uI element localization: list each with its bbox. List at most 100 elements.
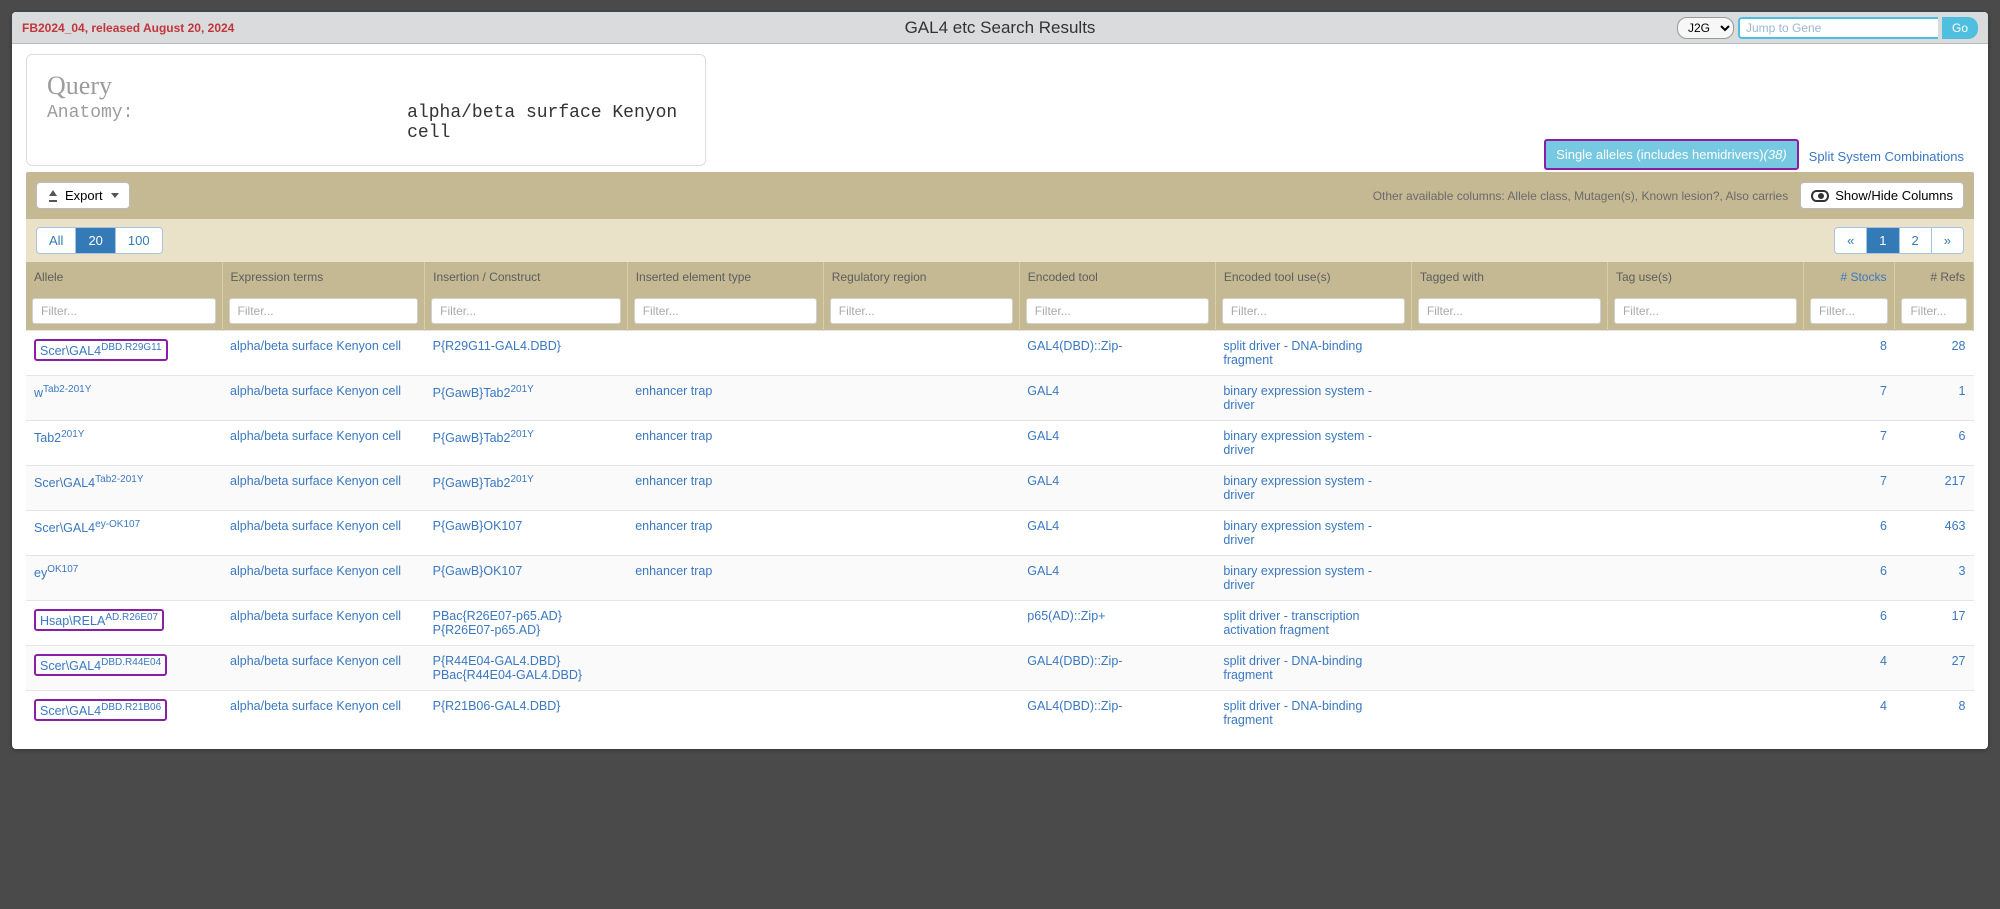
tool-use-link[interactable]: split driver - DNA-binding fragment — [1223, 699, 1362, 727]
stocks-link[interactable]: 7 — [1880, 474, 1887, 488]
tool-use-link[interactable]: split driver - transcription activation … — [1223, 609, 1359, 637]
expression-link[interactable]: alpha/beta surface Kenyon cell — [230, 429, 401, 443]
stocks-link[interactable]: 4 — [1880, 699, 1887, 713]
stocks-link[interactable]: 6 — [1880, 564, 1887, 578]
expression-link[interactable]: alpha/beta surface Kenyon cell — [230, 609, 401, 623]
encoded-tool-link[interactable]: GAL4 — [1027, 519, 1059, 533]
j2g-select[interactable]: J2G — [1677, 17, 1734, 39]
go-button[interactable]: Go — [1942, 17, 1978, 39]
page-size-20[interactable]: 20 — [76, 228, 115, 253]
construct-link[interactable]: PBac{R26E07-p65.AD} — [433, 609, 562, 623]
filter-allele[interactable] — [32, 298, 216, 324]
refs-link[interactable]: 3 — [1959, 564, 1966, 578]
construct-link[interactable]: P{R26E07-p65.AD} — [433, 623, 541, 637]
tab-single-alleles[interactable]: Single alleles (includes hemidrivers)(38… — [1544, 139, 1799, 170]
element-type-link[interactable]: enhancer trap — [635, 519, 712, 533]
tool-use-link[interactable]: binary expression system - driver — [1223, 384, 1372, 412]
encoded-tool-link[interactable]: GAL4 — [1027, 474, 1059, 488]
allele-link[interactable]: Tab2201Y — [34, 431, 84, 445]
construct-link[interactable]: P{R21B06-GAL4.DBD} — [433, 699, 561, 713]
filter-tagged-with[interactable] — [1418, 298, 1601, 324]
col-tag-use[interactable]: Tag use(s) — [1607, 262, 1803, 292]
construct-link[interactable]: P{GawB}OK107 — [433, 519, 523, 533]
encoded-tool-link[interactable]: GAL4(DBD)::Zip- — [1027, 339, 1122, 353]
refs-link[interactable]: 6 — [1959, 429, 1966, 443]
expression-link[interactable]: alpha/beta surface Kenyon cell — [230, 654, 401, 668]
filter-construct[interactable] — [431, 298, 621, 324]
page-next[interactable]: » — [1932, 228, 1963, 253]
element-type-link[interactable]: enhancer trap — [635, 564, 712, 578]
refs-link[interactable]: 1 — [1959, 384, 1966, 398]
col-stocks[interactable]: # Stocks — [1803, 262, 1894, 292]
tool-use-link[interactable]: binary expression system - driver — [1223, 519, 1372, 547]
export-button[interactable]: Export — [36, 182, 130, 209]
filter-tag-use[interactable] — [1614, 298, 1797, 324]
filter-regulatory[interactable] — [830, 298, 1013, 324]
encoded-tool-link[interactable]: GAL4(DBD)::Zip- — [1027, 654, 1122, 668]
encoded-tool-link[interactable]: p65(AD)::Zip+ — [1027, 609, 1105, 623]
col-element-type[interactable]: Inserted element type — [627, 262, 823, 292]
allele-link[interactable]: Scer\GAL4ey-OK107 — [34, 521, 140, 535]
refs-link[interactable]: 217 — [1945, 474, 1966, 488]
col-construct[interactable]: Insertion / Construct — [425, 262, 628, 292]
col-tagged-with[interactable]: Tagged with — [1411, 262, 1607, 292]
encoded-tool-link[interactable]: GAL4 — [1027, 384, 1059, 398]
col-tool-use[interactable]: Encoded tool use(s) — [1215, 262, 1411, 292]
tab-split-system[interactable]: Split System Combinations — [1799, 143, 1974, 170]
filter-refs[interactable] — [1901, 298, 1967, 324]
stocks-link[interactable]: 7 — [1880, 429, 1887, 443]
stocks-link[interactable]: 4 — [1880, 654, 1887, 668]
page-size-100[interactable]: 100 — [116, 228, 162, 253]
refs-link[interactable]: 8 — [1959, 699, 1966, 713]
allele-link[interactable]: Hsap\RELAAD.R26E07 — [40, 614, 158, 628]
page-size-all[interactable]: All — [37, 228, 76, 253]
filter-expression[interactable] — [229, 298, 419, 324]
construct-link[interactable]: P{R29G11-GAL4.DBD} — [433, 339, 561, 353]
col-refs[interactable]: # Refs — [1895, 262, 1974, 292]
encoded-tool-link[interactable]: GAL4(DBD)::Zip- — [1027, 699, 1122, 713]
construct-link[interactable]: P{GawB}OK107 — [433, 564, 523, 578]
page-2[interactable]: 2 — [1900, 228, 1932, 253]
stocks-link[interactable]: 8 — [1880, 339, 1887, 353]
filter-element-type[interactable] — [634, 298, 817, 324]
expression-link[interactable]: alpha/beta surface Kenyon cell — [230, 564, 401, 578]
expression-link[interactable]: alpha/beta surface Kenyon cell — [230, 519, 401, 533]
construct-link[interactable]: P{GawB}Tab2201Y — [433, 431, 534, 445]
show-hide-columns-button[interactable]: Show/Hide Columns — [1800, 182, 1964, 209]
encoded-tool-link[interactable]: GAL4 — [1027, 429, 1059, 443]
element-type-link[interactable]: enhancer trap — [635, 429, 712, 443]
page-prev[interactable]: « — [1835, 228, 1867, 253]
element-type-link[interactable]: enhancer trap — [635, 474, 712, 488]
refs-link[interactable]: 27 — [1952, 654, 1966, 668]
expression-link[interactable]: alpha/beta surface Kenyon cell — [230, 699, 401, 713]
stocks-link[interactable]: 6 — [1880, 609, 1887, 623]
allele-link[interactable]: Scer\GAL4Tab2-201Y — [34, 476, 144, 490]
stocks-link[interactable]: 6 — [1880, 519, 1887, 533]
refs-link[interactable]: 17 — [1952, 609, 1966, 623]
expression-link[interactable]: alpha/beta surface Kenyon cell — [230, 474, 401, 488]
filter-encoded-tool[interactable] — [1026, 298, 1209, 324]
refs-link[interactable]: 463 — [1945, 519, 1966, 533]
col-regulatory[interactable]: Regulatory region — [823, 262, 1019, 292]
allele-link[interactable]: wTab2-201Y — [34, 386, 91, 400]
tool-use-link[interactable]: binary expression system - driver — [1223, 429, 1372, 457]
construct-link[interactable]: P{R44E04-GAL4.DBD} — [433, 654, 561, 668]
allele-link[interactable]: Scer\GAL4DBD.R21B06 — [40, 704, 161, 718]
expression-link[interactable]: alpha/beta surface Kenyon cell — [230, 384, 401, 398]
stocks-link[interactable]: 7 — [1880, 384, 1887, 398]
encoded-tool-link[interactable]: GAL4 — [1027, 564, 1059, 578]
col-expression[interactable]: Expression terms — [222, 262, 425, 292]
refs-link[interactable]: 28 — [1952, 339, 1966, 353]
tool-use-link[interactable]: split driver - DNA-binding fragment — [1223, 339, 1362, 367]
page-1[interactable]: 1 — [1867, 228, 1899, 253]
element-type-link[interactable]: enhancer trap — [635, 384, 712, 398]
col-encoded-tool[interactable]: Encoded tool — [1019, 262, 1215, 292]
allele-link[interactable]: eyOK107 — [34, 566, 78, 580]
construct-link[interactable]: P{GawB}Tab2201Y — [433, 476, 534, 490]
col-allele[interactable]: Allele — [26, 262, 222, 292]
tool-use-link[interactable]: split driver - DNA-binding fragment — [1223, 654, 1362, 682]
tool-use-link[interactable]: binary expression system - driver — [1223, 474, 1372, 502]
filter-stocks[interactable] — [1810, 298, 1888, 324]
allele-link[interactable]: Scer\GAL4DBD.R29G11 — [40, 344, 162, 358]
tool-use-link[interactable]: binary expression system - driver — [1223, 564, 1372, 592]
